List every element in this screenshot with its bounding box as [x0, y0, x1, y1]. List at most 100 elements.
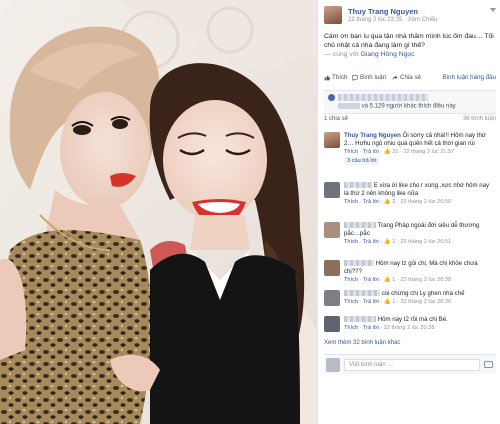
post-header: Thuy Trang Nguyen 22 tháng 2 lúc 23:35 ·…: [324, 4, 496, 28]
blurred-liker-names: [338, 94, 428, 101]
commenter-avatar[interactable]: [324, 260, 340, 276]
replies-count: 3 câu trả lời: [344, 157, 380, 165]
comment-time[interactable]: 22 tháng 2 lúc 20:38: [384, 325, 435, 331]
top-comments-label: Bình luận hàng đầu: [442, 74, 496, 81]
viewer-avatar: [326, 358, 340, 372]
comment-reply-link[interactable]: Trả lời: [363, 199, 379, 205]
commenter-avatar[interactable]: [324, 316, 340, 332]
blurred-commenter-name: [344, 290, 380, 297]
share-label: Chia sẻ: [400, 74, 421, 81]
comment-label: Bình luận: [360, 74, 387, 81]
likes-summary[interactable]: và 5.129 người khác thích điều này: [324, 90, 496, 114]
like-label: Thích: [332, 74, 348, 81]
commenter-avatar[interactable]: [324, 182, 340, 198]
comment-button[interactable]: Bình luận: [352, 74, 386, 81]
comment-reply-link[interactable]: Trả lời: [363, 325, 379, 331]
commenter-avatar[interactable]: [324, 222, 340, 238]
commenter-avatar[interactable]: [324, 132, 340, 148]
comment-like-count: 2: [392, 199, 396, 205]
comment-body: Trang Pháp ngoài đời siêu dễ thương pắc……: [344, 222, 494, 246]
with-prefix: — cùng với: [324, 51, 361, 58]
comment-time[interactable]: 22 tháng 2 lúc 20:38: [400, 277, 451, 283]
comment-reply-link[interactable]: Trả lời: [363, 277, 379, 283]
comment-time[interactable]: 22 tháng 2 lúc 20:36: [400, 299, 451, 305]
comment-like-count: 1: [392, 299, 396, 305]
comment-input[interactable]: Viết bình luận …: [344, 359, 480, 371]
comment-like-count: 31: [392, 149, 399, 155]
comment-item: coi chừng chị Ly ghen nha chế Thích · Tr…: [324, 290, 496, 318]
blurred-commenter-name: [344, 316, 376, 323]
like-count-icon: 👍: [383, 199, 391, 205]
like-count-icon: 👍: [383, 277, 391, 283]
comment-like-link[interactable]: Thích: [344, 277, 358, 283]
post-meta[interactable]: 22 tháng 2 lúc 23:35 · Xóm Chiếu: [348, 17, 437, 23]
share-button[interactable]: Chia sẻ: [392, 74, 421, 81]
shares-row: 1 chia sẻ 36 bình luận: [324, 116, 496, 126]
author-avatar[interactable]: [324, 6, 342, 24]
likes-count-text: và 5.129 người khác thích điều này: [361, 103, 456, 110]
share-icon: [392, 75, 398, 80]
top-comments-link[interactable]: Bình luận hàng đầu: [442, 74, 496, 81]
comment-text: Hôm nay t2 rồi mà chị Bé.: [376, 316, 448, 323]
comment-like-link[interactable]: Thích: [344, 149, 358, 155]
comment-meta: Thích · Trả lời · 22 tháng 2 lúc 20:38: [344, 325, 435, 331]
commenter-avatar[interactable]: [324, 290, 340, 306]
comment-count: 36 bình luận: [462, 116, 496, 122]
comment-icon: [352, 74, 358, 81]
commenter-name[interactable]: Thuy Trang Nguyen: [344, 132, 401, 139]
comment-body: Hôm nay t2 rồi mà chị Bé. Thích · Trả lờ…: [344, 316, 494, 332]
like-badge-icon: [328, 94, 335, 101]
author-name[interactable]: Thuy Trang Nguyen: [348, 7, 418, 16]
post-photo[interactable]: [0, 0, 316, 424]
facebook-photo-viewer: Thuy Trang Nguyen 22 tháng 2 lúc 23:35 ·…: [0, 0, 500, 424]
comment-like-count: 1: [392, 239, 396, 245]
comment-body: Thuy Trang Nguyen Ôi sorry cả nhà!!! Hôm…: [344, 132, 494, 165]
blurred-name: [338, 103, 360, 109]
post-text: Cám ơn bạn iu qua tận nhà thăm mình lúc …: [324, 32, 496, 59]
comment-reply-link[interactable]: Trả lời: [363, 239, 379, 245]
selfie-image: [0, 0, 316, 424]
replies-toggle[interactable]: 3 câu trả lời: [344, 157, 494, 165]
comment-reply-link[interactable]: Trả lời: [363, 149, 379, 155]
chevron-down-icon[interactable]: [490, 8, 496, 12]
comment-meta: Thích · Trả lời · 👍 2 · 22 tháng 2 lúc 2…: [344, 199, 452, 205]
comment-body: E vừa ời like cho r xong..xực nhớ hôm na…: [344, 182, 494, 206]
comment-item: Hôm nay t2 rồi mà chị Bé. Thích · Trả lờ…: [324, 316, 496, 338]
comment-like-link[interactable]: Thích: [344, 239, 358, 245]
comment-item: Hôm nay tz gỏi chị. Mà chị khỏe chưa chị…: [324, 260, 496, 292]
like-count-icon: 👍: [383, 149, 391, 155]
like-count-icon: 👍: [383, 239, 391, 245]
comment-like-link[interactable]: Thích: [344, 325, 358, 331]
comment-time[interactable]: 22 tháng 2 lúc 20:50: [400, 199, 451, 205]
share-count[interactable]: 1 chia sẻ: [324, 116, 348, 122]
comment-item: Trang Pháp ngoài đời siêu dễ thương pắc……: [324, 222, 496, 258]
comment-time[interactable]: 22 tháng 2 lúc 20:51: [400, 239, 451, 245]
comment-item: Thuy Trang Nguyen Ôi sorry cả nhà!!! Hôm…: [324, 132, 496, 176]
comment-item: E vừa ời like cho r xong..xực nhớ hôm na…: [324, 182, 496, 218]
likes-text: và 5.129 người khác thích điều này: [338, 103, 456, 110]
comment-meta: Thích · Trả lời · 👍 1 · 22 tháng 2 lúc 2…: [344, 239, 452, 245]
like-button[interactable]: Thích: [324, 74, 347, 81]
comment-like-link[interactable]: Thích: [344, 199, 358, 205]
comment-composer: Viết bình luận …: [324, 354, 496, 374]
blurred-commenter-name: [344, 182, 372, 189]
comment-meta: Thích · Trả lời · 👍 1 · 22 tháng 2 lúc 2…: [344, 277, 452, 283]
post-panel: Thuy Trang Nguyen 22 tháng 2 lúc 23:35 ·…: [318, 0, 500, 424]
post-actions: Thích Bình luận Chia sẻ Bình luận hàng đ…: [324, 74, 496, 84]
comment-text: coi chừng chị Ly ghen nha chế: [380, 290, 465, 297]
more-comments-link[interactable]: Xem thêm 32 bình luận khác: [324, 340, 400, 346]
comment-time[interactable]: 22 tháng 2 lúc 21:57: [404, 149, 455, 155]
blurred-commenter-name: [344, 222, 376, 229]
blurred-commenter-name: [344, 260, 374, 267]
like-count-icon: 👍: [383, 299, 391, 305]
comment-like-count: 1: [392, 277, 396, 283]
comment-meta: Thích · Trả lời · 👍 1 · 22 tháng 2 lúc 2…: [344, 299, 452, 305]
tagged-person-link[interactable]: Giang Hồng Ngọc: [361, 51, 415, 58]
comment-body: Hôm nay tz gỏi chị. Mà chị khỏe chưa chị…: [344, 260, 494, 284]
comment-meta: Thích · Trả lời · 👍 31 · 22 tháng 2 lúc …: [344, 149, 455, 155]
like-icon: [324, 75, 330, 80]
comment-like-link[interactable]: Thích: [344, 299, 358, 305]
comment-reply-link[interactable]: Trả lời: [363, 299, 379, 305]
camera-icon[interactable]: [484, 361, 493, 368]
post-with-line: — cùng với Giang Hồng Ngọc: [324, 50, 496, 59]
